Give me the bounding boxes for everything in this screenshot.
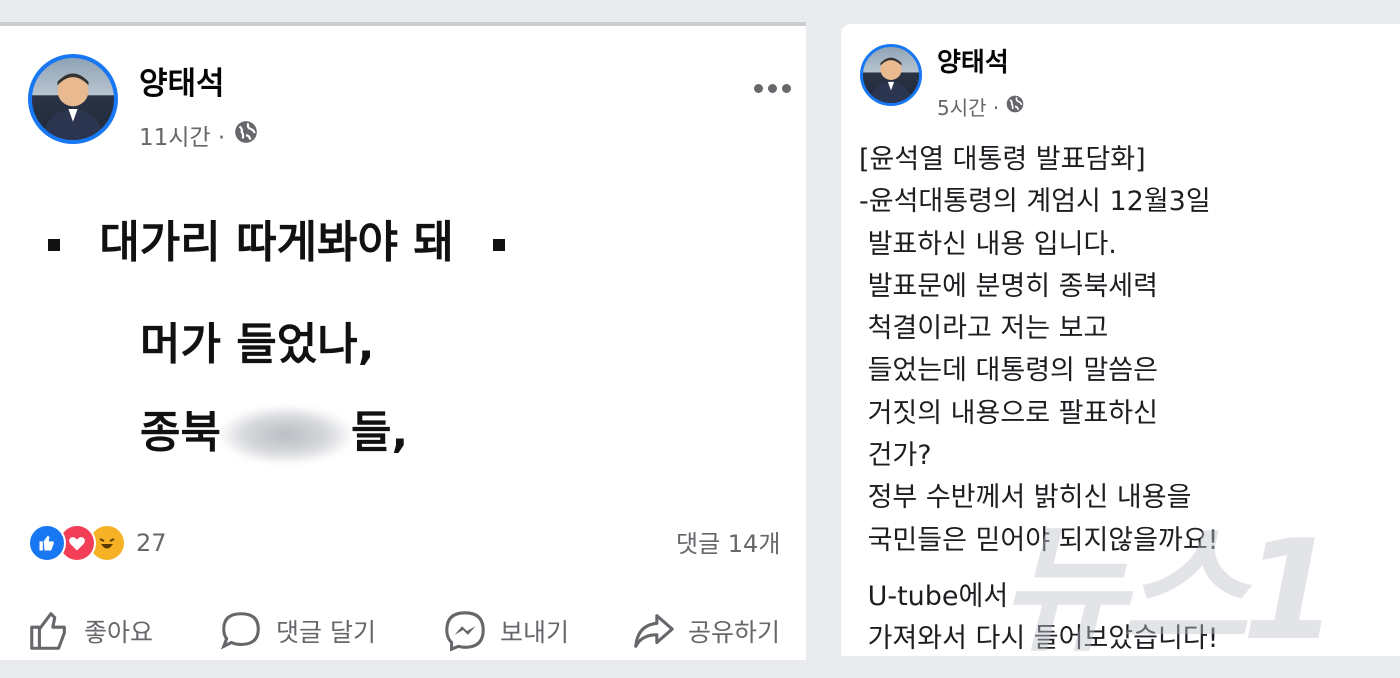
post-line: 발표문에 분명히 종북세력 [859,270,1158,302]
post-meta: 5시간 · [937,92,1025,121]
post-line: 가져와서 다시 들어보았습니다! [859,623,1219,655]
left-post-card: 양태석 11시간 · 대가리 따게봐야 돼 머가 들었나, 종북세력들, 27 … [0,22,806,660]
share-button[interactable]: 공유하기 [630,608,780,654]
profile-photo-icon [870,57,912,103]
post-time[interactable]: 5시간 · [937,92,999,121]
author-avatar[interactable] [28,54,118,144]
reaction-summary[interactable]: 27 [28,524,167,562]
messenger-icon [445,611,485,652]
post-time[interactable]: 11시간 · [139,118,225,152]
bullet-square-icon [493,239,506,251]
send-label: 보내기 [500,618,570,647]
post-line: 발표하신 내용 입니다. [859,228,1117,260]
big-text-3a: 종북 [140,407,221,458]
blurred-word: 세력 [220,407,351,463]
post-line: 척결이라고 저는 보고 [859,313,1109,345]
thumbs-up-icon [30,612,66,650]
post-line-spacer [859,562,1359,576]
post-line: 정부 수반께서 밝히신 내용을 [859,482,1192,514]
bullet-square-icon [48,239,60,251]
right-post-card: 양태석 5시간 · [윤석열 대통령 발표담화] -윤석대통령의 계엄시 12월… [841,24,1400,656]
big-text-line-1: 대가리 따게봐야 돼 [48,206,506,270]
reaction-count: 27 [136,529,167,557]
big-text-line-2: 머가 들었나, [140,319,375,370]
post-line: -윤석대통령의 계엄시 12월3일 [859,186,1211,218]
like-button[interactable]: 좋아요 [26,608,153,654]
author-avatar[interactable] [860,44,922,106]
post-body: [윤석열 대통령 발표담화] -윤석대통령의 계엄시 12월3일 발표하신 내용… [859,139,1359,656]
comment-label: 댓글 달기 [276,618,376,647]
comment-bubble-icon [220,612,260,650]
share-label: 공유하기 [688,618,781,647]
author-name[interactable]: 양태석 [937,42,1009,79]
big-text-3b: 들, [350,407,409,458]
profile-photo-icon [42,73,104,140]
big-text-line-3: 종북세력들, [140,396,408,463]
post-meta: 11시간 · [139,118,259,152]
like-label: 좋아요 [84,618,154,647]
post-line: 들었는데 대통령의 말씀은 [859,355,1158,387]
post-line: [윤석열 대통령 발표담화] [859,144,1146,175]
send-button[interactable]: 보내기 [442,608,569,654]
post-line: U-tube에서 [859,580,1009,612]
author-name[interactable]: 양태석 [139,58,225,103]
comment-button[interactable]: 댓글 달기 [218,608,376,654]
comment-count[interactable]: 댓글 14개 [676,524,780,559]
globe-icon [233,119,259,151]
like-reaction-icon [28,524,66,562]
globe-icon [1005,94,1025,119]
post-line: 거짓의 내용으로 팔표하신 [859,397,1158,429]
post-line: 건가? [859,440,932,472]
big-text-1: 대가리 따게봐야 돼 [99,217,454,268]
more-options-icon[interactable] [754,84,791,93]
post-line: 국민들은 믿어야 되지않을까요! [859,524,1219,556]
share-arrow-icon [634,614,674,648]
